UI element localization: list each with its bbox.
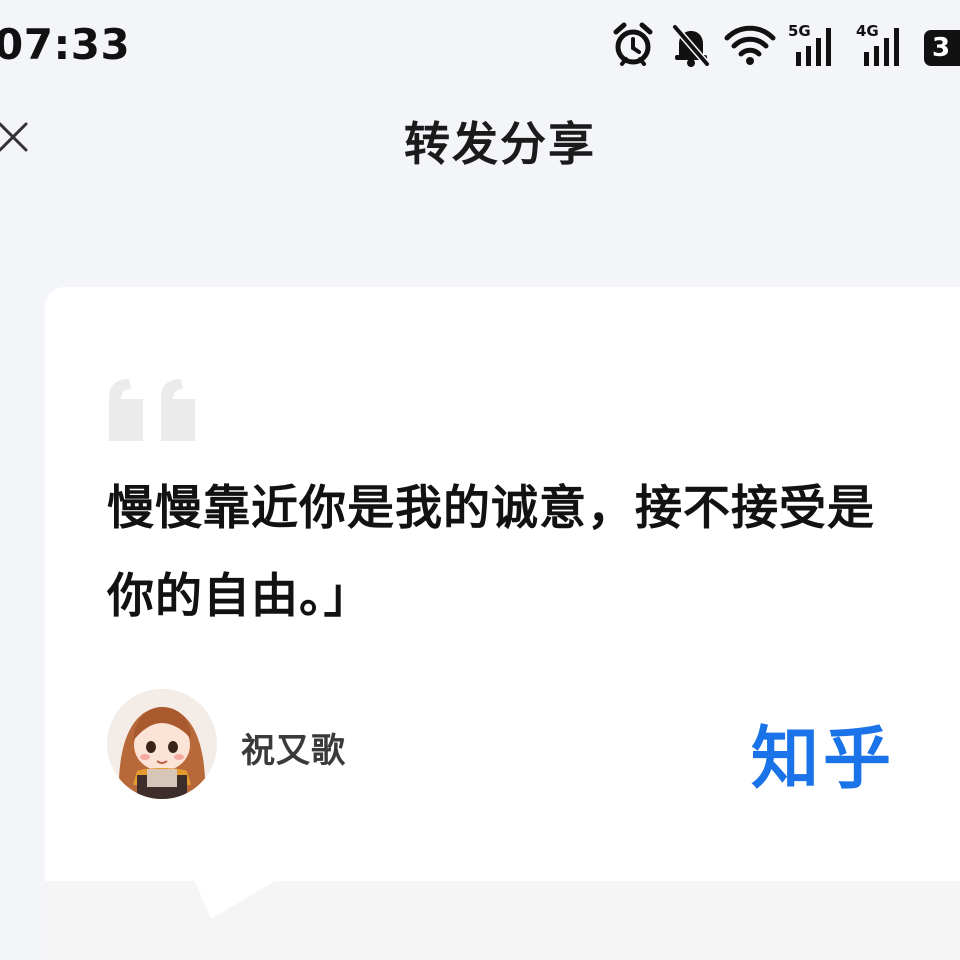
network-5g-label: 5G <box>788 22 811 40</box>
avatar-illustration <box>107 689 217 799</box>
signal-4g-icon: 4G <box>856 22 899 66</box>
quote-text: 慢慢靠近你是我的诚意，接不接受是你的自由。」 <box>107 481 875 624</box>
mute-bell-icon <box>672 24 710 67</box>
quote-icon <box>109 379 195 441</box>
comment-bubble-area <box>45 881 960 960</box>
network-4g-label: 4G <box>856 22 879 40</box>
page-title: 转发分享 <box>404 117 596 171</box>
share-card: 慢慢靠近你是我的诚意，接不接受是你的自由。」 祝又歌 知乎 <box>45 287 960 960</box>
author-name: 祝又歌 <box>241 731 346 771</box>
zhihu-logo: 知乎 <box>751 720 896 799</box>
alarm-icon <box>613 22 653 66</box>
signal-5g-icon: 5G <box>788 22 831 66</box>
status-bar: 07:33 5G 4G 3 <box>0 0 960 96</box>
wifi-icon <box>724 25 776 65</box>
bubble-tail <box>195 881 275 919</box>
status-time: 07:33 <box>0 20 131 69</box>
avatar <box>107 689 217 799</box>
battery-icon: 3 <box>924 30 960 66</box>
share-screen: 07:33 5G 4G 3 转发分享 慢慢靠近你是我的诚意，接不接受是你的自由。… <box>0 0 960 960</box>
